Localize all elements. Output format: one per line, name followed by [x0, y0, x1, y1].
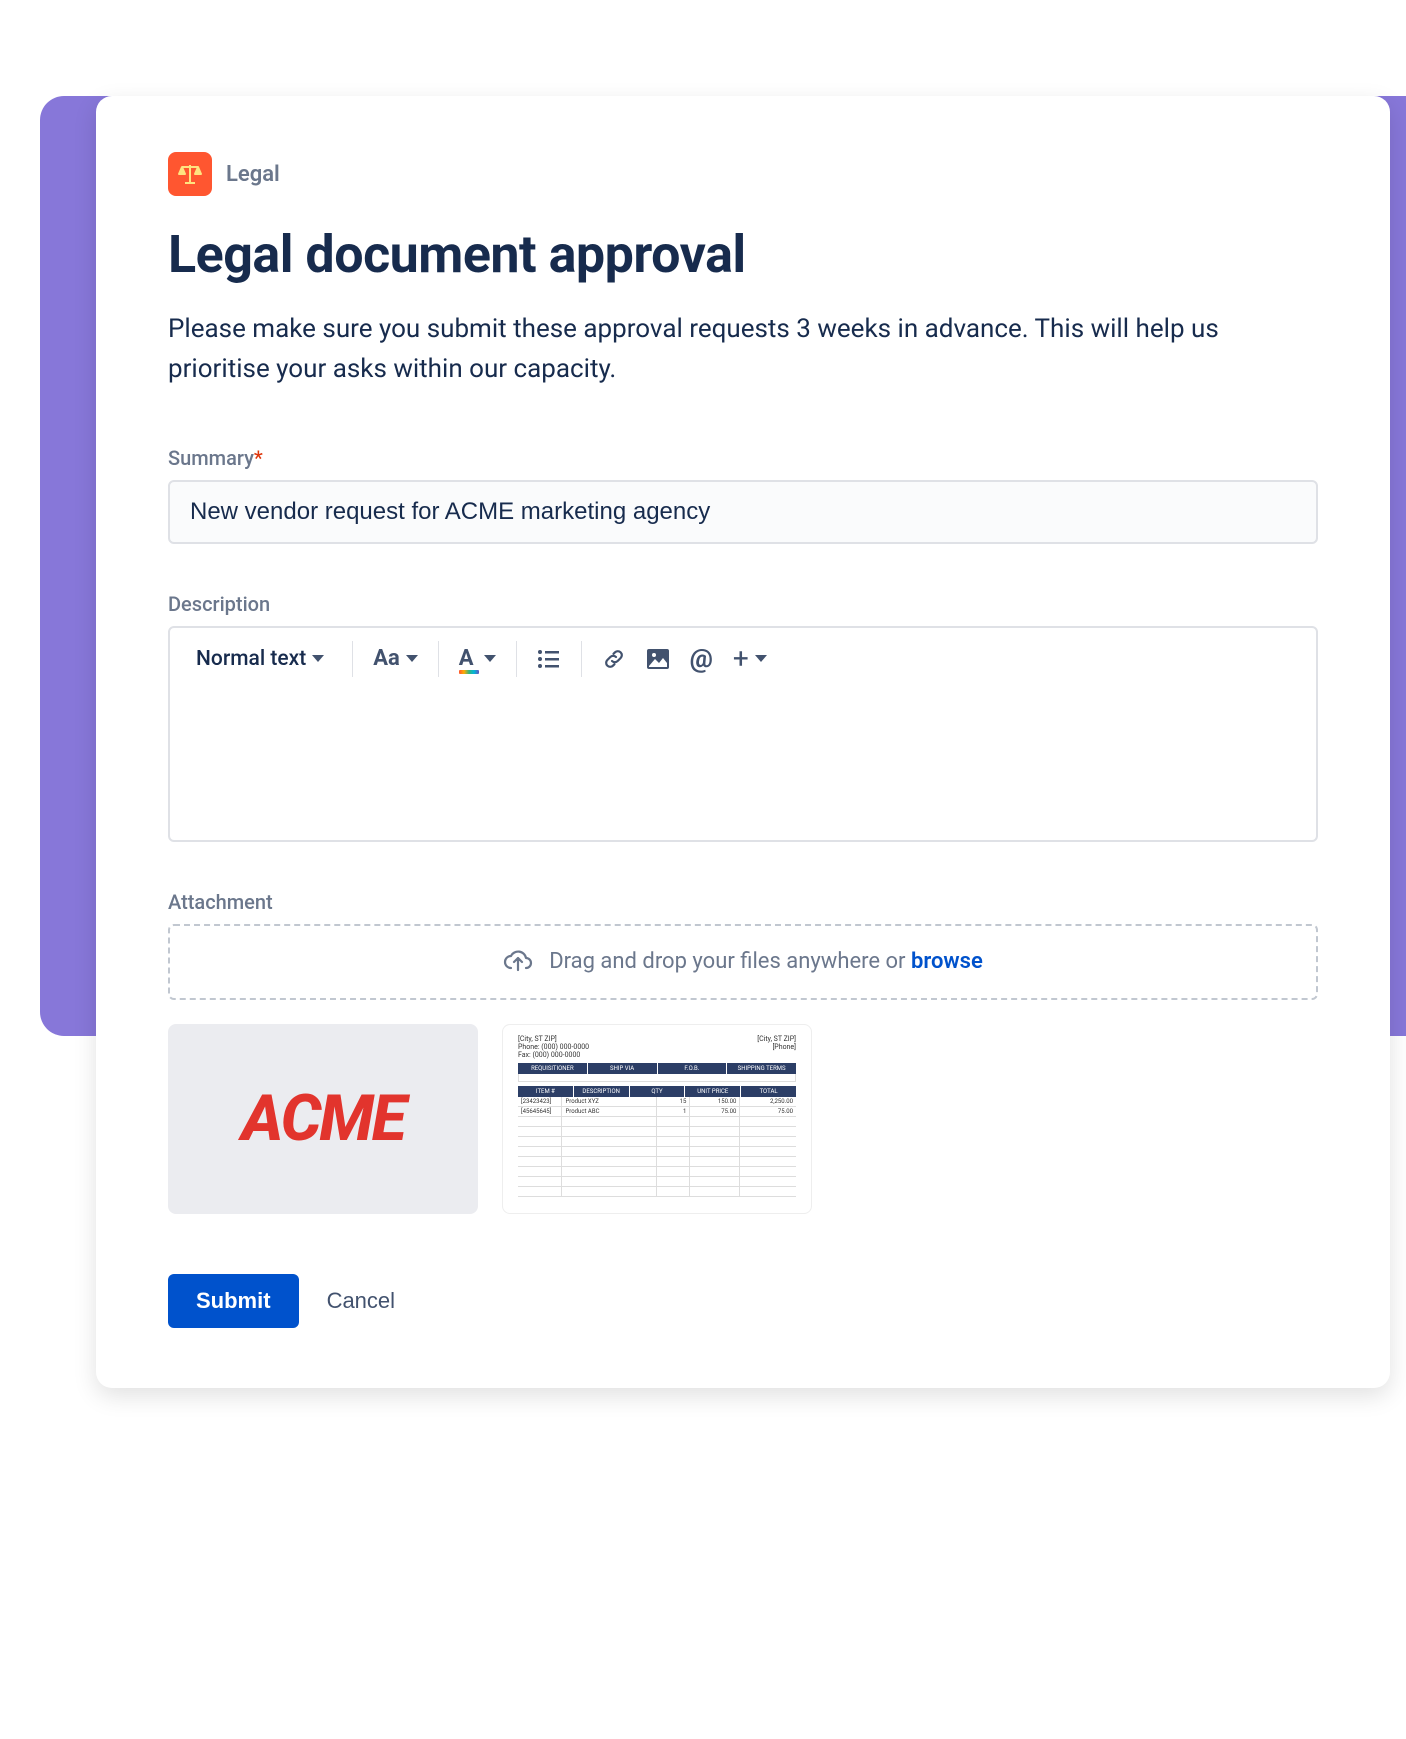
description-input[interactable] [170, 690, 1316, 840]
submit-button[interactable]: Submit [168, 1274, 299, 1328]
inv-item-row [518, 1127, 796, 1137]
inv-item-row [518, 1117, 796, 1127]
summary-field-group: Summary* [168, 446, 1318, 544]
format-label: Aa [373, 646, 400, 671]
attachment-thumbnails: ACME [City, ST ZIP] Phone: (000) 000-000… [168, 1024, 1318, 1214]
image-button[interactable] [636, 638, 680, 680]
toolbar-separator [438, 641, 439, 677]
editor-toolbar: Normal text Aa A [170, 628, 1316, 690]
inv-addr-line: Phone: (000) 000-0000 [518, 1043, 589, 1051]
inv-col: REQUISITIONER [518, 1063, 588, 1074]
mention-button[interactable]: @ [680, 638, 723, 680]
chevron-down-icon [312, 655, 324, 662]
text-style-label: Normal text [196, 647, 306, 671]
inv-item-row [518, 1137, 796, 1147]
text-style-dropdown[interactable]: Normal text [178, 638, 342, 680]
acme-logo-text: ACME [241, 1081, 404, 1156]
summary-label-text: Summary [168, 446, 254, 470]
page-description: Please make sure you submit these approv… [168, 309, 1318, 390]
form-card: Legal Legal document approval Please mak… [96, 96, 1390, 1388]
inv-addr-line: [City, ST ZIP] [757, 1035, 796, 1043]
inv-addr-line: Fax: (000) 000-0000 [518, 1051, 589, 1059]
inv-item-row: [45645645] Product ABC 1 75.00 75.00 [518, 1107, 796, 1117]
invoice-preview: [City, ST ZIP] Phone: (000) 000-0000 Fax… [512, 1029, 802, 1209]
text-format-button[interactable]: Aa [363, 638, 428, 680]
inv-col: SHIPPING TERMS [727, 1063, 796, 1074]
inv-item-row [518, 1157, 796, 1167]
attachment-thumb-acme[interactable]: ACME [168, 1024, 478, 1214]
attachment-label: Attachment [168, 890, 1318, 914]
inv-col: SHIP VIA [588, 1063, 658, 1074]
color-swatch-icon [459, 670, 479, 674]
insert-more-button[interactable]: + [723, 638, 777, 680]
attachment-field-group: Attachment Drag and drop your files anyw… [168, 890, 1318, 1214]
dropzone-text: Drag and drop your files anywhere or bro… [549, 949, 983, 974]
inv-addr-line: [Phone] [757, 1043, 796, 1051]
chevron-down-icon [484, 655, 496, 662]
page-title: Legal document approval [168, 224, 1318, 285]
browse-link[interactable]: browse [911, 949, 983, 974]
chevron-down-icon [406, 655, 418, 662]
description-label: Description [168, 592, 1318, 616]
link-button[interactable] [592, 638, 636, 680]
text-color-button[interactable]: A [449, 638, 506, 680]
category-header: Legal [168, 152, 1318, 196]
summary-label: Summary* [168, 446, 1318, 470]
inv-items-header: ITEM # DESCRIPTION QTY UNIT PRICE TOTAL [518, 1086, 796, 1097]
toolbar-separator [352, 641, 353, 677]
inv-col: DESCRIPTION [574, 1086, 630, 1097]
attachment-thumb-invoice[interactable]: [City, ST ZIP] Phone: (000) 000-0000 Fax… [502, 1024, 812, 1214]
dropzone-label: Drag and drop your files anywhere or [549, 949, 911, 974]
inv-addr-line: [City, ST ZIP] [518, 1035, 589, 1043]
required-marker: * [254, 446, 263, 470]
inv-col: QTY [630, 1086, 686, 1097]
inv-item-row [518, 1177, 796, 1187]
upload-cloud-icon [503, 948, 533, 976]
inv-col: TOTAL [741, 1086, 796, 1097]
inv-item-row: [23423423] Product XYZ 15 150.00 2,250.0… [518, 1097, 796, 1107]
inv-col: UNIT PRICE [685, 1086, 741, 1097]
color-label: A [459, 646, 474, 671]
toolbar-separator [516, 641, 517, 677]
inv-col: F.O.B. [658, 1063, 728, 1074]
form-actions: Submit Cancel [168, 1274, 1318, 1328]
chevron-down-icon [755, 655, 767, 662]
inv-item-row [518, 1147, 796, 1157]
cancel-button[interactable]: Cancel [327, 1288, 395, 1314]
scales-icon [168, 152, 212, 196]
inv-header-bar: REQUISITIONER SHIP VIA F.O.B. SHIPPING T… [518, 1063, 796, 1074]
inv-item-row [518, 1187, 796, 1197]
category-label: Legal [226, 162, 280, 187]
rich-text-editor: Normal text Aa A [168, 626, 1318, 842]
list-button[interactable] [527, 638, 571, 680]
summary-input[interactable] [168, 480, 1318, 544]
attachment-dropzone[interactable]: Drag and drop your files anywhere or bro… [168, 924, 1318, 1000]
description-field-group: Description Normal text Aa A [168, 592, 1318, 842]
inv-col: ITEM # [518, 1086, 574, 1097]
inv-item-row [518, 1167, 796, 1177]
toolbar-separator [581, 641, 582, 677]
